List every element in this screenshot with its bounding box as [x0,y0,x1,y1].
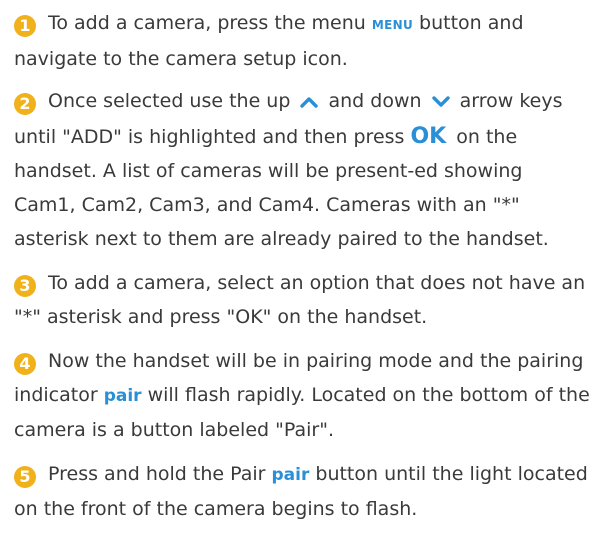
ok-key-label: OK [410,124,447,149]
pair-indicator-label: pair [103,386,142,406]
step-text: and down [322,90,428,112]
step-3: 3 To add a camera, select an option that … [14,266,590,334]
step-5: 5 Press and hold the Pair pair button unt… [14,457,590,526]
chevron-up-icon [300,86,319,120]
step-number-badge: 3 [14,275,36,297]
step-text: To add a camera, press the menu [48,12,372,34]
step-1: 1 To add a camera, press the menu MENU bu… [14,6,590,76]
chevron-down-icon [431,86,450,120]
step-text: Once selected use the up [48,90,297,112]
pair-button-label: pair [271,465,310,485]
instructions-document: 1 To add a camera, press the menu MENU bu… [0,0,600,526]
step-number-badge: 4 [14,353,36,375]
step-number-badge: 1 [14,15,36,37]
step-number-badge: 2 [14,93,36,115]
menu-key-label: MENU [371,18,414,32]
step-text: Press and hold the Pair [48,463,272,485]
step-2: 2 Once selected use the up and down arrow… [14,84,590,256]
step-4: 4 Now the handset will be in pairing mode… [14,344,590,447]
step-text: To add a camera, select an option that d… [14,272,586,328]
step-number-badge: 5 [14,466,36,488]
